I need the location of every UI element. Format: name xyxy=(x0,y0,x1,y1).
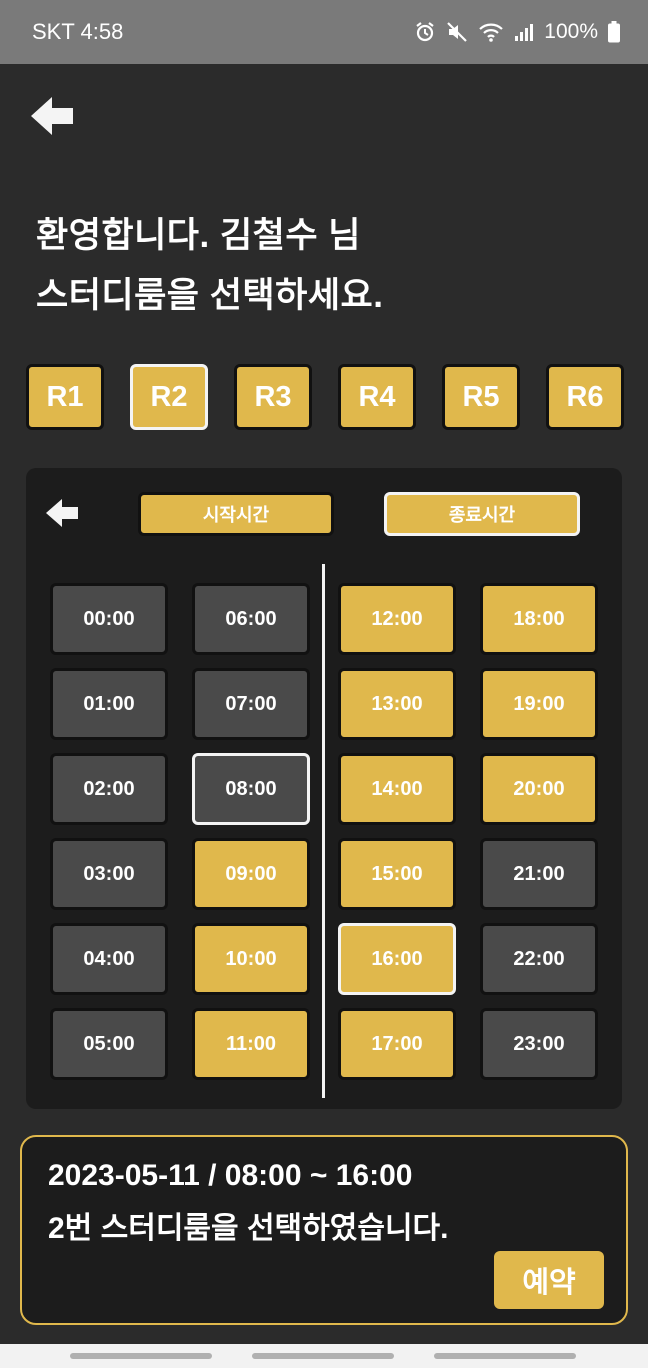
time-slot-06[interactable]: 06:00 xyxy=(192,583,310,655)
time-slot-13[interactable]: 13:00 xyxy=(338,668,456,740)
room-selector: R1 R2 R3 R4 R5 R6 xyxy=(26,364,624,430)
time-slot-17[interactable]: 17:00 xyxy=(338,1008,456,1080)
nav-recents-handle[interactable] xyxy=(70,1353,212,1359)
time-slot-04[interactable]: 04:00 xyxy=(50,923,168,995)
time-slot-00[interactable]: 00:00 xyxy=(50,583,168,655)
time-slot-19[interactable]: 19:00 xyxy=(480,668,598,740)
time-slot-18[interactable]: 18:00 xyxy=(480,583,598,655)
reserve-button[interactable]: 예약 xyxy=(494,1251,604,1309)
time-slot-15[interactable]: 15:00 xyxy=(338,838,456,910)
summary-room: 2번 스터디룸을 선택하였습니다. xyxy=(48,1212,449,1245)
time-slot-08[interactable]: 08:00 xyxy=(192,753,310,825)
time-slot-12[interactable]: 12:00 xyxy=(338,583,456,655)
time-slot-10[interactable]: 10:00 xyxy=(192,923,310,995)
signal-icon xyxy=(514,22,534,42)
time-slot-16[interactable]: 16:00 xyxy=(338,923,456,995)
time-slot-11[interactable]: 11:00 xyxy=(192,1008,310,1080)
end-time-tab[interactable]: 종료시간 xyxy=(384,492,580,536)
alarm-icon xyxy=(414,21,436,43)
start-time-tab[interactable]: 시작시간 xyxy=(138,492,334,536)
status-bar: SKT 4:58 100% xyxy=(0,0,648,64)
status-time: SKT 4:58 xyxy=(32,19,124,44)
time-selection-panel: 시작시간 종료시간 00:00 01:00 02:00 03:00 04:00 … xyxy=(26,468,622,1109)
time-slot-03[interactable]: 03:00 xyxy=(50,838,168,910)
arrow-left-icon xyxy=(29,95,75,142)
time-slot-22[interactable]: 22:00 xyxy=(480,923,598,995)
time-slot-14[interactable]: 14:00 xyxy=(338,753,456,825)
time-slot-21[interactable]: 21:00 xyxy=(480,838,598,910)
back-button[interactable] xyxy=(28,96,76,140)
column-divider xyxy=(322,564,325,1098)
room-button-r4[interactable]: R4 xyxy=(338,364,416,430)
reservation-summary: 2023-05-11 / 08:00 ~ 16:00 2번 스터디룸을 선택하였… xyxy=(20,1135,628,1325)
arrow-left-icon xyxy=(45,498,79,533)
mute-icon xyxy=(446,21,468,43)
battery-icon xyxy=(608,21,620,43)
room-button-r2[interactable]: R2 xyxy=(130,364,208,430)
welcome-line-2: 스터디룸을 선택하세요. xyxy=(36,276,384,315)
nav-back-handle[interactable] xyxy=(434,1353,576,1359)
summary-datetime: 2023-05-11 / 08:00 ~ 16:00 xyxy=(48,1159,413,1192)
time-slot-07[interactable]: 07:00 xyxy=(192,668,310,740)
system-navigation-bar xyxy=(0,1344,648,1368)
time-slot-02[interactable]: 02:00 xyxy=(50,753,168,825)
room-button-r1[interactable]: R1 xyxy=(26,364,104,430)
time-slot-20[interactable]: 20:00 xyxy=(480,753,598,825)
time-slot-09[interactable]: 09:00 xyxy=(192,838,310,910)
room-button-r3[interactable]: R3 xyxy=(234,364,312,430)
battery-text: 100% xyxy=(544,20,598,43)
room-button-r6[interactable]: R6 xyxy=(546,364,624,430)
status-icons: 100% xyxy=(414,20,620,44)
welcome-line-1: 환영합니다. 김철수 님 xyxy=(36,216,361,255)
nav-home-handle[interactable] xyxy=(252,1353,394,1359)
wifi-icon xyxy=(478,21,504,43)
panel-back-button[interactable] xyxy=(44,498,80,532)
room-button-r5[interactable]: R5 xyxy=(442,364,520,430)
time-slot-01[interactable]: 01:00 xyxy=(50,668,168,740)
time-slot-05[interactable]: 05:00 xyxy=(50,1008,168,1080)
welcome-message: 환영합니다. 김철수 님 스터디룸을 선택하세요. xyxy=(36,206,616,326)
time-slot-23[interactable]: 23:00 xyxy=(480,1008,598,1080)
